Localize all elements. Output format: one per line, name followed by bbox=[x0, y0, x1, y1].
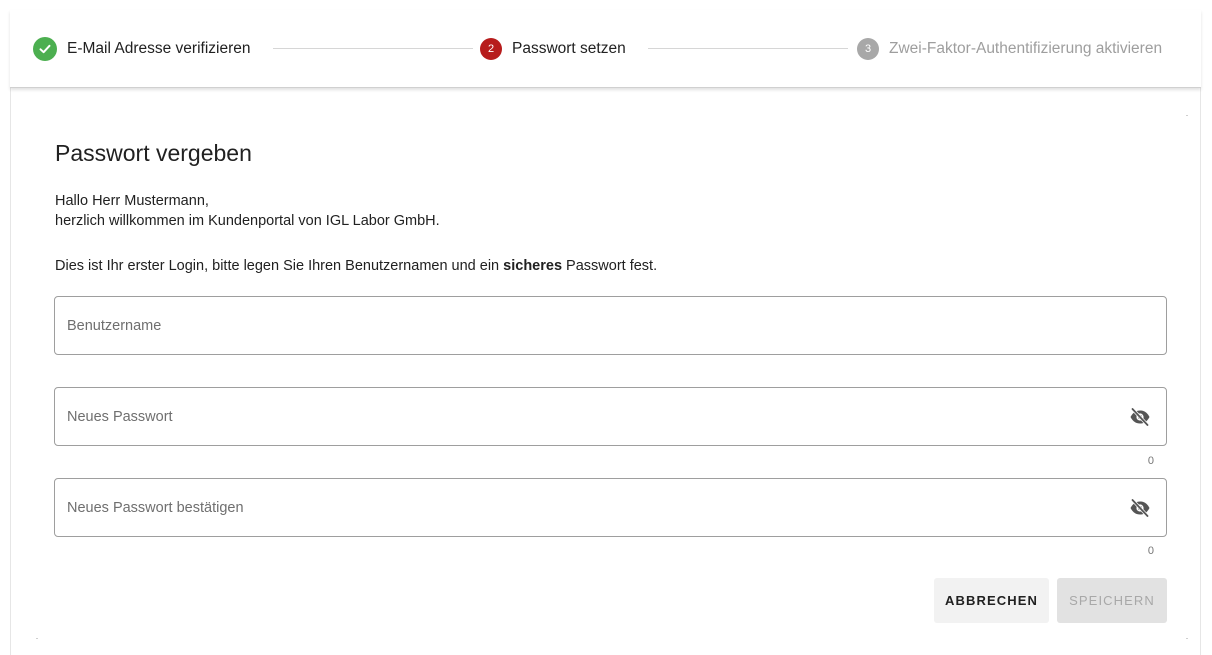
username-input[interactable] bbox=[67, 297, 1117, 354]
intro-text-bold: sicheres bbox=[503, 258, 563, 274]
greeting: Hallo Herr Mustermann, herzlich willkomm… bbox=[55, 191, 440, 231]
stepper: E-Mail Adresse verifizieren 2 Passwort s… bbox=[10, 10, 1201, 88]
confirm-char-counter: 0 bbox=[1147, 545, 1154, 557]
password-field bbox=[54, 387, 1167, 446]
step-number: 3 bbox=[857, 38, 879, 60]
step-set-password[interactable]: 2 Passwort setzen bbox=[480, 10, 626, 88]
password-input[interactable] bbox=[67, 388, 1117, 445]
cancel-button[interactable]: ABBRECHEN bbox=[934, 578, 1049, 623]
divider-dot bbox=[36, 638, 38, 639]
greeting-line: herzlich willkommen im Kundenportal von … bbox=[55, 213, 440, 229]
step-connector bbox=[273, 48, 473, 49]
divider-dot bbox=[1186, 115, 1188, 116]
step-label: Zwei-Faktor-Authentifizierung aktivieren bbox=[889, 40, 1163, 57]
check-icon bbox=[33, 37, 57, 61]
confirm-password-input[interactable] bbox=[67, 479, 1117, 536]
step-2fa[interactable]: 3 Zwei-Faktor-Authentifizierung aktivier… bbox=[857, 10, 1162, 88]
confirm-password-field bbox=[54, 478, 1167, 537]
password-char-counter: 0 bbox=[1147, 455, 1154, 467]
divider-dot bbox=[1186, 638, 1188, 639]
intro-text-end: Passwort fest. bbox=[562, 258, 658, 274]
save-button[interactable]: SPEICHERN bbox=[1057, 578, 1167, 623]
eye-off-icon[interactable] bbox=[1129, 407, 1151, 427]
step-connector bbox=[648, 48, 848, 49]
page-title: Passwort vergeben bbox=[55, 140, 252, 166]
username-field bbox=[54, 296, 1167, 355]
intro-text: Dies ist Ihr erster Login, bitte legen S… bbox=[55, 258, 657, 274]
step-label: Passwort setzen bbox=[512, 40, 626, 57]
greeting-line: Hallo Herr Mustermann, bbox=[55, 193, 209, 209]
step-verify-email[interactable]: E-Mail Adresse verifizieren bbox=[33, 10, 250, 88]
intro-text-start: Dies ist Ihr erster Login, bitte legen S… bbox=[55, 258, 504, 274]
step-label: E-Mail Adresse verifizieren bbox=[67, 40, 251, 57]
step-number: 2 bbox=[480, 38, 502, 60]
eye-off-icon[interactable] bbox=[1129, 498, 1151, 518]
